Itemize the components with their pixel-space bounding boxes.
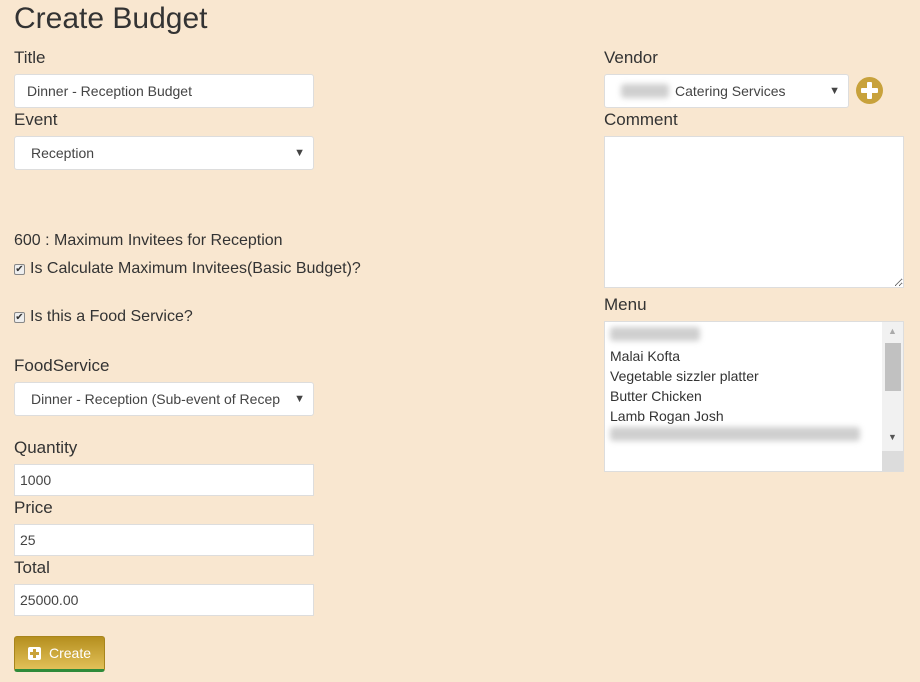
vendor-select-value: Catering Services xyxy=(675,83,786,99)
create-button[interactable]: Create xyxy=(14,636,105,672)
vendor-select[interactable]: Catering Services ▼ xyxy=(604,74,849,108)
page-title: Create Budget xyxy=(14,2,208,35)
menu-option[interactable]: Malai Kofta xyxy=(610,346,880,366)
title-input[interactable]: Dinner - Reception Budget xyxy=(14,74,314,108)
food-service-select[interactable]: Dinner - Reception (Sub-event of Recep ▼ xyxy=(14,382,314,416)
scroll-down-icon[interactable]: ▼ xyxy=(882,432,903,442)
plus-square-icon xyxy=(27,646,41,660)
scrollbar-thumb[interactable] xyxy=(885,343,901,391)
menu-option[interactable]: Vegetable sizzler platter xyxy=(610,366,880,386)
vendor-name-redacted xyxy=(621,84,669,98)
event-label: Event xyxy=(14,110,58,129)
food-service-label: FoodService xyxy=(14,356,110,375)
menu-option-redacted xyxy=(610,427,860,441)
comment-textarea[interactable] xyxy=(604,136,904,288)
menu-option[interactable] xyxy=(610,426,880,446)
calc-max-invitees-checkbox[interactable]: ✔ xyxy=(14,263,25,275)
total-input-value: 25000.00 xyxy=(20,592,79,608)
calc-max-invitees-row: ✔ Is Calculate Maximum Invitees(Basic Bu… xyxy=(14,260,361,278)
calc-max-invitees-label: Is Calculate Maximum Invitees(Basic Budg… xyxy=(30,260,361,277)
menu-option[interactable]: Butter Chicken xyxy=(610,386,880,406)
chevron-down-icon: ▼ xyxy=(829,85,840,97)
price-input-value: 25 xyxy=(20,532,36,548)
food-service-select-value: Dinner - Reception (Sub-event of Recep xyxy=(31,391,281,407)
price-input[interactable]: 25 xyxy=(14,524,314,556)
create-button-label: Create xyxy=(48,645,92,661)
max-invitees-text: 600 : Maximum Invitees for Reception xyxy=(14,232,283,249)
add-vendor-icon[interactable] xyxy=(856,77,883,104)
vendor-label: Vendor xyxy=(604,48,658,67)
total-label: Total xyxy=(14,558,50,577)
check-icon: ✔ xyxy=(15,311,24,323)
quantity-label: Quantity xyxy=(14,438,78,457)
event-select[interactable]: Reception ▼ xyxy=(14,136,314,170)
menu-scrollbar[interactable]: ▲ ▼ xyxy=(882,322,903,471)
price-label: Price xyxy=(14,498,53,517)
food-service-row: ✔ Is this a Food Service? xyxy=(14,308,193,326)
comment-label: Comment xyxy=(604,110,678,129)
scroll-up-icon[interactable]: ▲ xyxy=(882,326,903,336)
quantity-input[interactable]: 1000 xyxy=(14,464,314,496)
quantity-input-value: 1000 xyxy=(20,472,52,488)
title-input-value: Dinner - Reception Budget xyxy=(27,83,192,99)
resize-grip-icon[interactable] xyxy=(882,451,903,471)
menu-listbox[interactable]: Malai Kofta Vegetable sizzler platter Butt… xyxy=(604,321,904,472)
title-label: Title xyxy=(14,48,46,67)
menu-label: Menu xyxy=(604,295,647,314)
check-icon: ✔ xyxy=(15,263,24,275)
menu-list: Malai Kofta Vegetable sizzler platter Butt… xyxy=(610,326,880,446)
menu-option[interactable]: Lamb Rogan Josh xyxy=(610,406,880,426)
event-select-value: Reception xyxy=(31,145,95,161)
menu-option-redacted xyxy=(610,327,700,341)
total-input[interactable]: 25000.00 xyxy=(14,584,314,616)
chevron-down-icon: ▼ xyxy=(294,147,305,159)
menu-option[interactable] xyxy=(610,326,880,346)
chevron-down-icon: ▼ xyxy=(294,393,305,405)
food-service-checkbox-label: Is this a Food Service? xyxy=(30,308,193,325)
food-service-checkbox[interactable]: ✔ xyxy=(14,311,25,323)
